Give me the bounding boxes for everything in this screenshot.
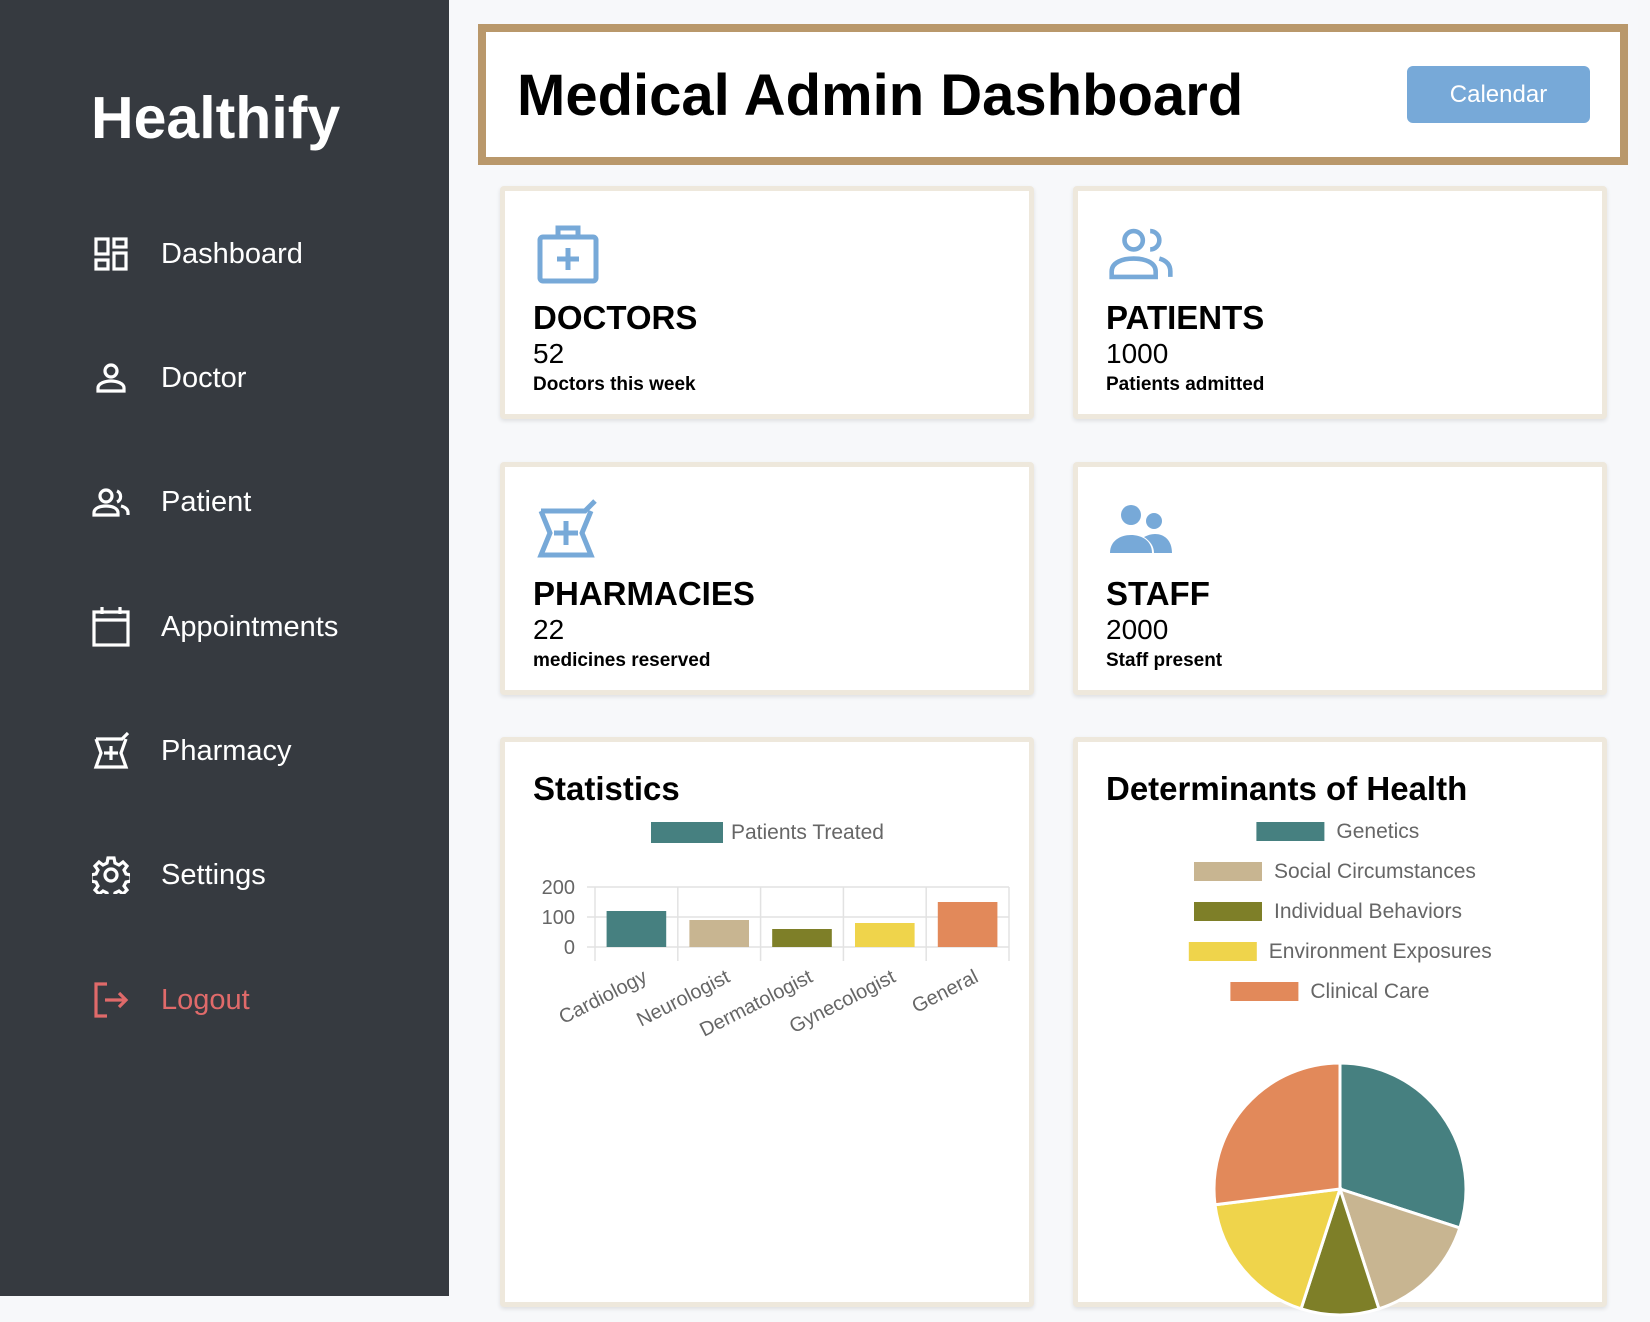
- y-tick-label: 200: [542, 877, 575, 899]
- sidebar-item-dashboard[interactable]: Dashboard: [91, 229, 421, 279]
- sidebar-item-label: Patient: [161, 485, 252, 518]
- legend-swatch: [651, 822, 723, 843]
- pie-chart: Genetics Social Circumstances Individual B…: [1188, 820, 1492, 1317]
- sidebar-item-doctor[interactable]: Doctor: [91, 353, 421, 403]
- pharmacy-icon: [537, 499, 597, 558]
- card-value: 1000: [1106, 338, 1169, 369]
- sidebar-item-pharmacy[interactable]: Pharmacy: [91, 726, 421, 776]
- sidebar-item-label: Pharmacy: [161, 734, 292, 767]
- logout-icon: [91, 980, 131, 1020]
- doctors-card[interactable]: DOCTORS 52 Doctors this week: [500, 186, 1034, 419]
- sidebar-item-settings[interactable]: Settings: [91, 850, 421, 900]
- determinants-card: Determinants of Health Genetics Social Ci…: [1073, 737, 1607, 1317]
- card-title: DOCTORS: [533, 299, 698, 336]
- card-subtitle: Staff present: [1106, 650, 1223, 671]
- users-icon: [91, 482, 131, 522]
- page-header: Medical Admin Dashboard Calendar: [478, 24, 1628, 165]
- card-subtitle: Patients admitted: [1106, 374, 1265, 395]
- y-tick-label: 0: [564, 937, 575, 959]
- bar-chart: Patients Treated 0100200CardiologyNeurol…: [542, 821, 1010, 1041]
- sidebar-item-appointments[interactable]: Appointments: [91, 602, 421, 652]
- x-tick-label: General: [908, 966, 981, 1018]
- sidebar-item-patient[interactable]: Patient: [91, 477, 421, 527]
- dashboard-icon: [91, 234, 131, 274]
- calendar-button[interactable]: Calendar: [1407, 66, 1590, 123]
- card-value: 52: [533, 338, 565, 369]
- bar-gynecologist[interactable]: [854, 923, 915, 947]
- sidebar-item-label: Logout: [161, 983, 250, 1016]
- brand-logo: Healthify: [91, 85, 341, 151]
- legend-label: Individual Behaviors: [1274, 900, 1462, 923]
- legend-swatch: [1194, 902, 1262, 921]
- bar-dermatologist[interactable]: [772, 929, 832, 947]
- legend-label: Social Circumstances: [1274, 860, 1476, 883]
- bar-general[interactable]: [937, 902, 998, 947]
- patients-card[interactable]: PATIENTS 1000 Patients admitted: [1073, 186, 1607, 419]
- card-value: 2000: [1106, 614, 1169, 645]
- legend-swatch: [1194, 862, 1262, 881]
- legend-label: Environment Exposures: [1269, 940, 1492, 963]
- card-subtitle: Doctors this week: [533, 374, 696, 395]
- pharmacy-icon: [91, 731, 131, 771]
- card-title: PHARMACIES: [533, 575, 755, 612]
- sidebar-item-logout[interactable]: Logout: [91, 975, 421, 1025]
- calendar-icon: [91, 607, 131, 647]
- sidebar: Healthify Dashboard Doctor Patient Appoi…: [0, 0, 449, 1296]
- person-icon: [91, 358, 131, 398]
- patients-icon: [1109, 228, 1173, 280]
- card-subtitle: medicines reserved: [533, 650, 711, 671]
- legend-label: Genetics: [1336, 820, 1419, 843]
- sidebar-item-label: Dashboard: [161, 237, 303, 270]
- staff-icon: [1110, 505, 1172, 553]
- gear-icon: [91, 855, 131, 895]
- page-title: Medical Admin Dashboard: [517, 63, 1244, 128]
- y-tick-label: 100: [542, 907, 575, 929]
- pie-slice-clinical-care[interactable]: [1212, 1061, 1342, 1207]
- legend-label: Clinical Care: [1310, 980, 1429, 1003]
- statistics-card: Statistics Patients Treated 0 100 200 Cardi…: [500, 737, 1034, 1307]
- medical-kit-icon: [537, 225, 599, 284]
- card-value: 22: [533, 614, 565, 645]
- pharmacies-card[interactable]: PHARMACIES 22 medicines reserved: [500, 462, 1034, 695]
- card-title: STAFF: [1106, 575, 1210, 612]
- legend-swatch: [1230, 982, 1299, 1001]
- legend-swatch: [1256, 822, 1325, 841]
- sidebar-item-label: Doctor: [161, 361, 247, 394]
- sidebar-item-label: Appointments: [161, 610, 339, 643]
- card-title: PATIENTS: [1106, 299, 1265, 336]
- legend-swatch: [1188, 942, 1257, 961]
- staff-card[interactable]: STAFF 2000 Staff present: [1073, 462, 1607, 695]
- bar-cardiology[interactable]: [606, 911, 667, 947]
- bar-neurologist[interactable]: [689, 920, 750, 947]
- legend-label: Patients Treated: [731, 821, 884, 844]
- sidebar-item-label: Settings: [161, 858, 266, 891]
